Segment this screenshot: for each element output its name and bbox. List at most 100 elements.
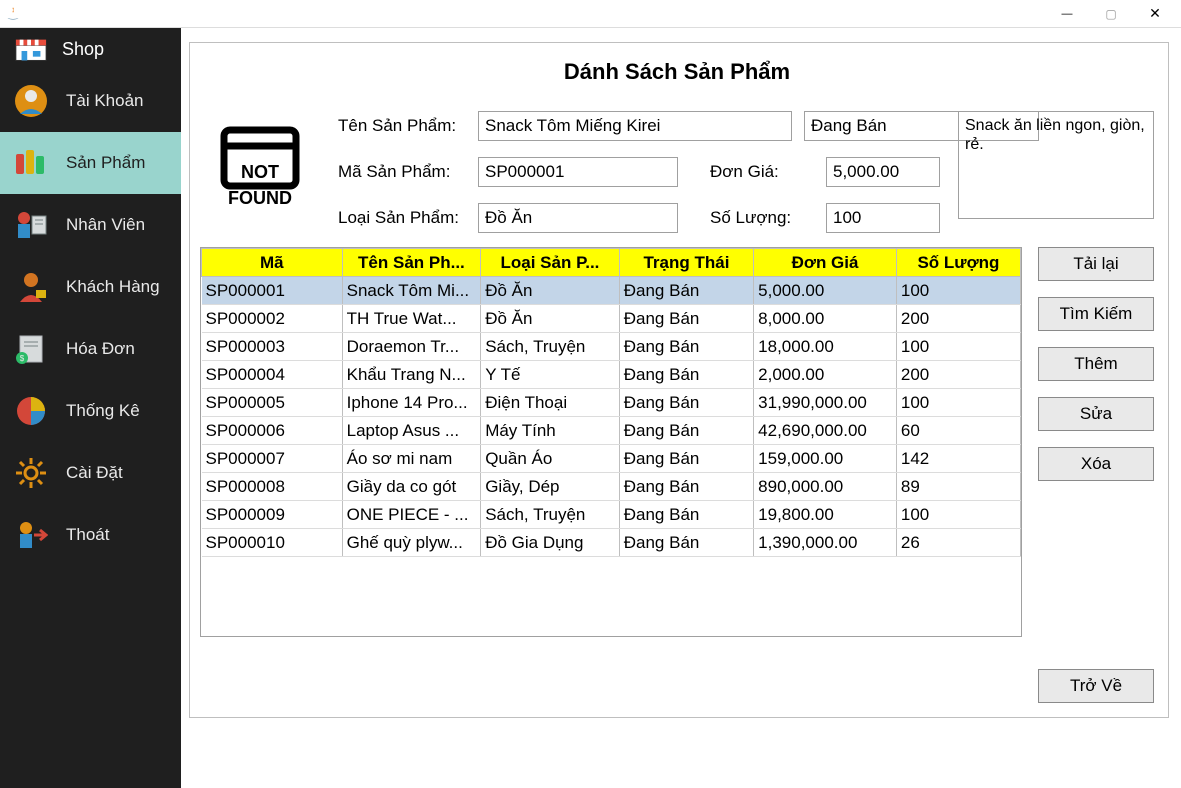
- cell-tt: Đang Bán: [619, 529, 753, 557]
- cell-ma: SP000001: [202, 277, 343, 305]
- invoice-icon: $: [14, 332, 48, 366]
- shop-label: Shop: [62, 39, 104, 60]
- cell-gia: 1,390,000.00: [754, 529, 897, 557]
- cell-ten: Khẩu Trang N...: [342, 361, 481, 389]
- shop-header: Shop: [0, 28, 181, 70]
- cell-ten: Ghế quỳ plyw...: [342, 529, 481, 557]
- cell-sl: 100: [896, 333, 1020, 361]
- sidebar-item-hoadon[interactable]: $ Hóa Đơn: [0, 318, 181, 380]
- cell-ma: SP000002: [202, 305, 343, 333]
- table-row[interactable]: SP000010Ghế quỳ plyw...Đồ Gia DụngĐang B…: [202, 529, 1021, 557]
- table-row[interactable]: SP000003Doraemon Tr...Sách, TruyệnĐang B…: [202, 333, 1021, 361]
- cell-ten: Laptop Asus ...: [342, 417, 481, 445]
- table-row[interactable]: SP000007Áo sơ mi namQuần ÁoĐang Bán159,0…: [202, 445, 1021, 473]
- col-tt[interactable]: Trạng Thái: [619, 249, 753, 277]
- sidebar-item-thongke[interactable]: Thống Kê: [0, 380, 181, 442]
- sidebar-item-thoat[interactable]: Thoát: [0, 504, 181, 566]
- table-row[interactable]: SP000006Laptop Asus ...Máy TínhĐang Bán4…: [202, 417, 1021, 445]
- description-box[interactable]: Snack ăn liền ngon, giòn, rẻ.: [958, 111, 1154, 219]
- logout-icon[interactable]: [1145, 0, 1175, 27]
- search-button[interactable]: Tìm Kiếm: [1038, 297, 1154, 331]
- cell-ma: SP000005: [202, 389, 343, 417]
- cell-tt: Đang Bán: [619, 277, 753, 305]
- delete-button[interactable]: Xóa: [1038, 447, 1154, 481]
- input-ten[interactable]: [478, 111, 792, 141]
- customer-icon: [14, 270, 48, 304]
- sidebar-item-taikhoan[interactable]: Tài Khoản: [0, 70, 181, 132]
- cell-tt: Đang Bán: [619, 473, 753, 501]
- cell-loai: Đồ Ăn: [481, 305, 620, 333]
- sidebar-item-label: Hóa Đơn: [66, 339, 135, 359]
- sidebar-item-label: Cài Đặt: [66, 463, 123, 483]
- table-row[interactable]: SP000001Snack Tôm Mi...Đồ ĂnĐang Bán5,00…: [202, 277, 1021, 305]
- cell-tt: Đang Bán: [619, 333, 753, 361]
- col-ma[interactable]: Mã: [202, 249, 343, 277]
- reload-button[interactable]: Tải lại: [1038, 247, 1154, 281]
- sidebar-item-sanpham[interactable]: Sản Phẩm: [0, 132, 181, 194]
- label-ten: Tên Sản Phẩm:: [338, 116, 466, 136]
- cell-loai: Đồ Ăn: [481, 277, 620, 305]
- cell-loai: Giầy, Dép: [481, 473, 620, 501]
- cell-tt: Đang Bán: [619, 305, 753, 333]
- cell-gia: 5,000.00: [754, 277, 897, 305]
- product-image-placeholder: NOTFOUND: [200, 111, 320, 221]
- cell-loai: Quần Áo: [481, 445, 620, 473]
- window-maximize-button[interactable]: [1089, 0, 1133, 28]
- cell-tt: Đang Bán: [619, 389, 753, 417]
- table-row[interactable]: SP000005Iphone 14 Pro...Điện ThoạiĐang B…: [202, 389, 1021, 417]
- cell-tt: Đang Bán: [619, 501, 753, 529]
- cell-ma: SP000007: [202, 445, 343, 473]
- java-icon: [4, 5, 22, 23]
- sidebar-item-nhanvien[interactable]: Nhân Viên: [0, 194, 181, 256]
- cell-gia: 31,990,000.00: [754, 389, 897, 417]
- cell-ten: Snack Tôm Mi...: [342, 277, 481, 305]
- sidebar: Shop Tài Khoản Sản Phẩm Nhân Viên Khách: [0, 28, 181, 788]
- col-loai[interactable]: Loại Sản P...: [481, 249, 620, 277]
- stats-icon: [14, 394, 48, 428]
- cell-sl: 89: [896, 473, 1020, 501]
- back-button[interactable]: Trở Về: [1038, 669, 1154, 703]
- cell-ma: SP000004: [202, 361, 343, 389]
- cell-loai: Máy Tính: [481, 417, 620, 445]
- sidebar-item-caidat[interactable]: Cài Đặt: [0, 442, 181, 504]
- col-sl[interactable]: Số Lượng: [896, 249, 1020, 277]
- products-icon: [14, 146, 48, 180]
- cell-ten: Áo sơ mi nam: [342, 445, 481, 473]
- add-button[interactable]: Thêm: [1038, 347, 1154, 381]
- window-minimize-button[interactable]: [1045, 0, 1089, 28]
- input-dongia[interactable]: [826, 157, 940, 187]
- cell-sl: 200: [896, 305, 1020, 333]
- cell-ma: SP000009: [202, 501, 343, 529]
- titlebar: [0, 0, 1181, 28]
- cell-loai: Điện Thoại: [481, 389, 620, 417]
- cell-tt: Đang Bán: [619, 445, 753, 473]
- cell-gia: 2,000.00: [754, 361, 897, 389]
- sidebar-item-khachhang[interactable]: Khách Hàng: [0, 256, 181, 318]
- cell-sl: 26: [896, 529, 1020, 557]
- edit-button[interactable]: Sửa: [1038, 397, 1154, 431]
- sidebar-item-label: Sản Phẩm: [66, 153, 145, 173]
- col-ten[interactable]: Tên Sản Ph...: [342, 249, 481, 277]
- cell-ten: Giầy da co gót: [342, 473, 481, 501]
- cell-loai: Y Tế: [481, 361, 620, 389]
- cell-sl: 100: [896, 277, 1020, 305]
- cell-ten: ONE PIECE - ...: [342, 501, 481, 529]
- cell-loai: Sách, Truyện: [481, 333, 620, 361]
- svg-text:$: $: [20, 354, 25, 363]
- input-loai[interactable]: [478, 203, 678, 233]
- table-row[interactable]: SP000009ONE PIECE - ...Sách, TruyệnĐang …: [202, 501, 1021, 529]
- product-table[interactable]: Mã Tên Sản Ph... Loại Sản P... Trạng Thá…: [200, 247, 1022, 637]
- label-dongia: Đơn Giá:: [710, 162, 814, 182]
- table-row[interactable]: SP000008Giầy da co gótGiầy, DépĐang Bán8…: [202, 473, 1021, 501]
- main-panel: Dánh Sách Sản Phẩm NOTFOUND Tên Sản Phẩm…: [189, 42, 1169, 718]
- cell-ten: Iphone 14 Pro...: [342, 389, 481, 417]
- col-gia[interactable]: Đơn Giá: [754, 249, 897, 277]
- input-soluong[interactable]: [826, 203, 940, 233]
- sidebar-item-label: Tài Khoản: [66, 91, 144, 111]
- table-row[interactable]: SP000004Khẩu Trang N...Y TếĐang Bán2,000…: [202, 361, 1021, 389]
- table-row[interactable]: SP000002 TH True Wat...Đồ ĂnĐang Bán8,00…: [202, 305, 1021, 333]
- user-icon: [14, 84, 48, 118]
- input-ma[interactable]: [478, 157, 678, 187]
- sidebar-item-label: Thống Kê: [66, 401, 140, 421]
- cell-ten: TH True Wat...: [342, 305, 481, 333]
